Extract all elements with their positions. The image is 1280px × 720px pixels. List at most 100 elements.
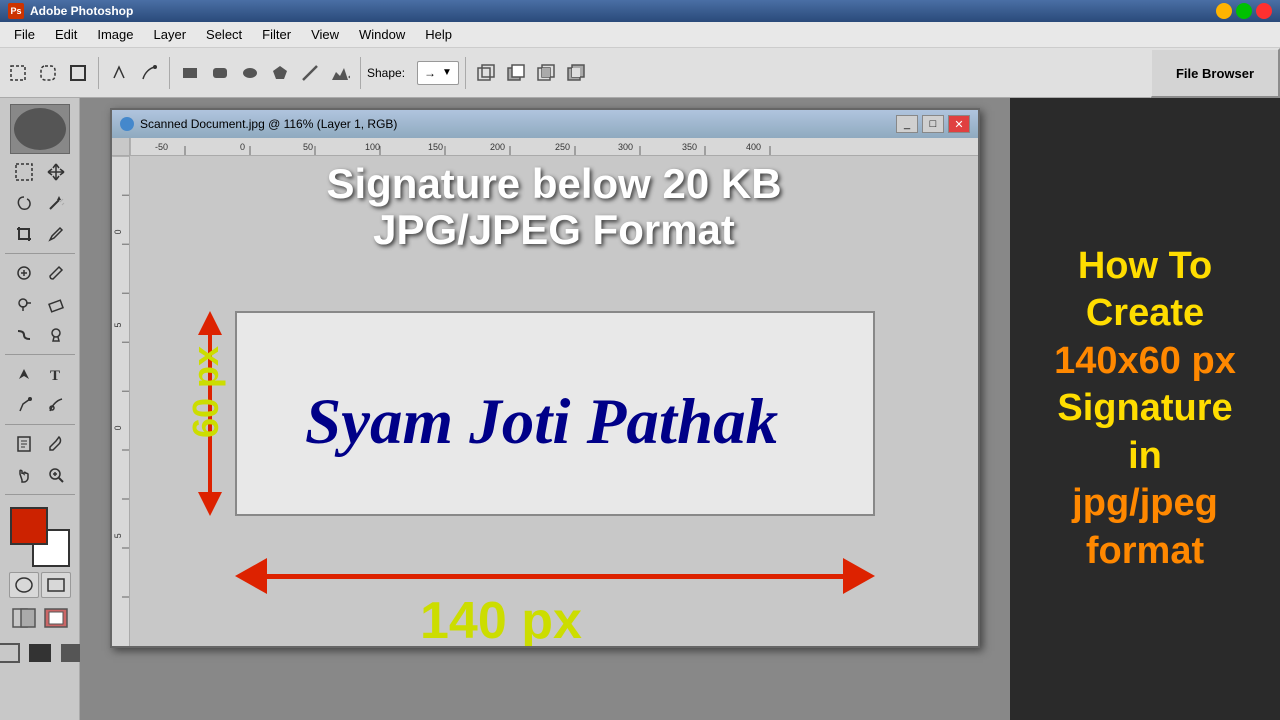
crop-tool[interactable] [9, 219, 39, 249]
brush-thumbnail [10, 104, 70, 154]
freeform-pen-tool-left[interactable] [41, 390, 71, 420]
tool-separator-2 [5, 354, 75, 355]
menu-image[interactable]: Image [87, 24, 143, 45]
shape-dropdown[interactable]: → ▼ [417, 61, 459, 85]
tool-separator-1 [5, 253, 75, 254]
menu-help[interactable]: Help [415, 24, 462, 45]
arrow-head-left [235, 558, 267, 594]
exclude-btn[interactable] [562, 59, 590, 87]
intersect-btn[interactable] [532, 59, 560, 87]
dodge-tool[interactable] [41, 320, 71, 350]
doc-minimize-btn[interactable]: _ [896, 115, 918, 133]
right-panel: How To Create 140x60 px Signature in jpg… [1010, 98, 1280, 720]
app-title: Adobe Photoshop [30, 4, 133, 18]
line-tool-btn[interactable] [296, 59, 324, 87]
quick-mask-on-btn[interactable] [41, 603, 71, 633]
hand-tool[interactable] [9, 460, 39, 490]
selection-tools [9, 157, 71, 187]
menu-filter[interactable]: Filter [252, 24, 301, 45]
brush-preview [14, 108, 66, 150]
rect-outline-btn[interactable] [41, 572, 71, 598]
ruler-h-ticks: -50 0 50 100 150 200 250 [130, 138, 978, 155]
file-browser-button[interactable]: File Browser [1150, 48, 1280, 98]
tutorial-line7: format [1054, 528, 1236, 576]
menu-view[interactable]: View [301, 24, 349, 45]
rounded-rect-tool-btn[interactable] [206, 59, 234, 87]
quick-mask-off-btn[interactable] [9, 603, 39, 633]
polygon-tool-btn[interactable] [266, 59, 294, 87]
svg-text:0: 0 [240, 142, 245, 152]
magic-wand-tool[interactable] [41, 188, 71, 218]
document-background: Signature below 20 KB JPG/JPEG Format Sy… [130, 156, 978, 646]
document-title-group: Scanned Document.jpg @ 116% (Layer 1, RG… [120, 117, 397, 131]
title-bar: Ps Adobe Photoshop [0, 0, 1280, 22]
dropdown-arrow: ▼ [442, 67, 452, 78]
shape-value: → [424, 66, 436, 80]
type-tool[interactable]: T [41, 359, 71, 389]
pen-tool-btn[interactable] [105, 59, 133, 87]
tutorial-line2: Create [1054, 290, 1236, 338]
path-selection-tool[interactable] [9, 359, 39, 389]
svg-text:200: 200 [490, 142, 505, 152]
close-btn[interactable] [1256, 3, 1272, 19]
svg-text:5: 5 [113, 323, 123, 328]
tutorial-line4: Signature [1054, 385, 1236, 433]
menu-edit[interactable]: Edit [45, 24, 87, 45]
svg-text:400: 400 [746, 142, 761, 152]
freeform-pen-btn[interactable] [135, 59, 163, 87]
doc-maximize-btn[interactable]: □ [922, 115, 944, 133]
horizontal-ruler: -50 0 50 100 150 200 250 [112, 138, 978, 156]
menu-file[interactable]: File [4, 24, 45, 45]
svg-text:0: 0 [113, 229, 123, 234]
foreground-color-swatch[interactable] [10, 507, 48, 545]
smudge-tool[interactable] [9, 320, 39, 350]
color-swatches [10, 507, 70, 567]
horizontal-dimension-arrow [235, 556, 875, 596]
pen-tool-left[interactable] [9, 390, 39, 420]
arrow-head-down [198, 492, 222, 516]
eraser-tool[interactable] [41, 289, 71, 319]
brush-tool[interactable] [41, 258, 71, 288]
tutorial-line6: jpg/jpeg [1054, 480, 1236, 528]
eyedropper-tool[interactable] [41, 219, 71, 249]
label-60px: 60 px [185, 346, 227, 438]
rect-tool-btn[interactable] [176, 59, 204, 87]
minimize-btn[interactable] [1216, 3, 1232, 19]
notes-tools [9, 429, 71, 459]
tool-separator-3 [5, 424, 75, 425]
maximize-btn[interactable] [1236, 3, 1252, 19]
notes-tool[interactable] [9, 429, 39, 459]
marquee-tool[interactable] [9, 157, 39, 187]
rect-marquee-tool-btn[interactable] [4, 59, 32, 87]
stamp-tools [9, 289, 71, 319]
new-layer-btn[interactable] [472, 59, 500, 87]
pen-tools-left [9, 390, 71, 420]
zoom-tool[interactable] [41, 460, 71, 490]
menu-window[interactable]: Window [349, 24, 415, 45]
eyedropper-tool-2[interactable] [41, 429, 71, 459]
document-content: Signature below 20 KB JPG/JPEG Format Sy… [130, 156, 978, 646]
shape-mode-tools [9, 572, 71, 598]
ellipse-tool-btn[interactable] [236, 59, 264, 87]
ellipse-outline-btn[interactable] [9, 572, 39, 598]
signature-text: Syam Joti Pathak [252, 333, 858, 515]
lasso-tool[interactable] [9, 188, 39, 218]
clone-stamp-tool[interactable] [9, 289, 39, 319]
doc-close-btn[interactable]: ✕ [948, 115, 970, 133]
std-screen-btn[interactable] [0, 638, 23, 668]
hand-tools [9, 460, 71, 490]
canvas-area: Scanned Document.jpg @ 116% (Layer 1, RG… [80, 98, 1010, 720]
rect-shape-btn[interactable] [64, 59, 92, 87]
subtract-btn[interactable] [502, 59, 530, 87]
main-area: T [0, 98, 1280, 720]
smudge-tools [9, 320, 71, 350]
rounded-marquee-tool-btn[interactable] [34, 59, 62, 87]
move-tool[interactable] [41, 157, 71, 187]
svg-text:Syam Joti Pathak: Syam Joti Pathak [305, 386, 778, 458]
toolbar-sep-2 [169, 57, 170, 89]
healing-brush-tool[interactable] [9, 258, 39, 288]
menu-select[interactable]: Select [196, 24, 252, 45]
custom-shape-btn[interactable] [326, 59, 354, 87]
full-screen-menu-btn[interactable] [25, 638, 55, 668]
menu-layer[interactable]: Layer [144, 24, 197, 45]
